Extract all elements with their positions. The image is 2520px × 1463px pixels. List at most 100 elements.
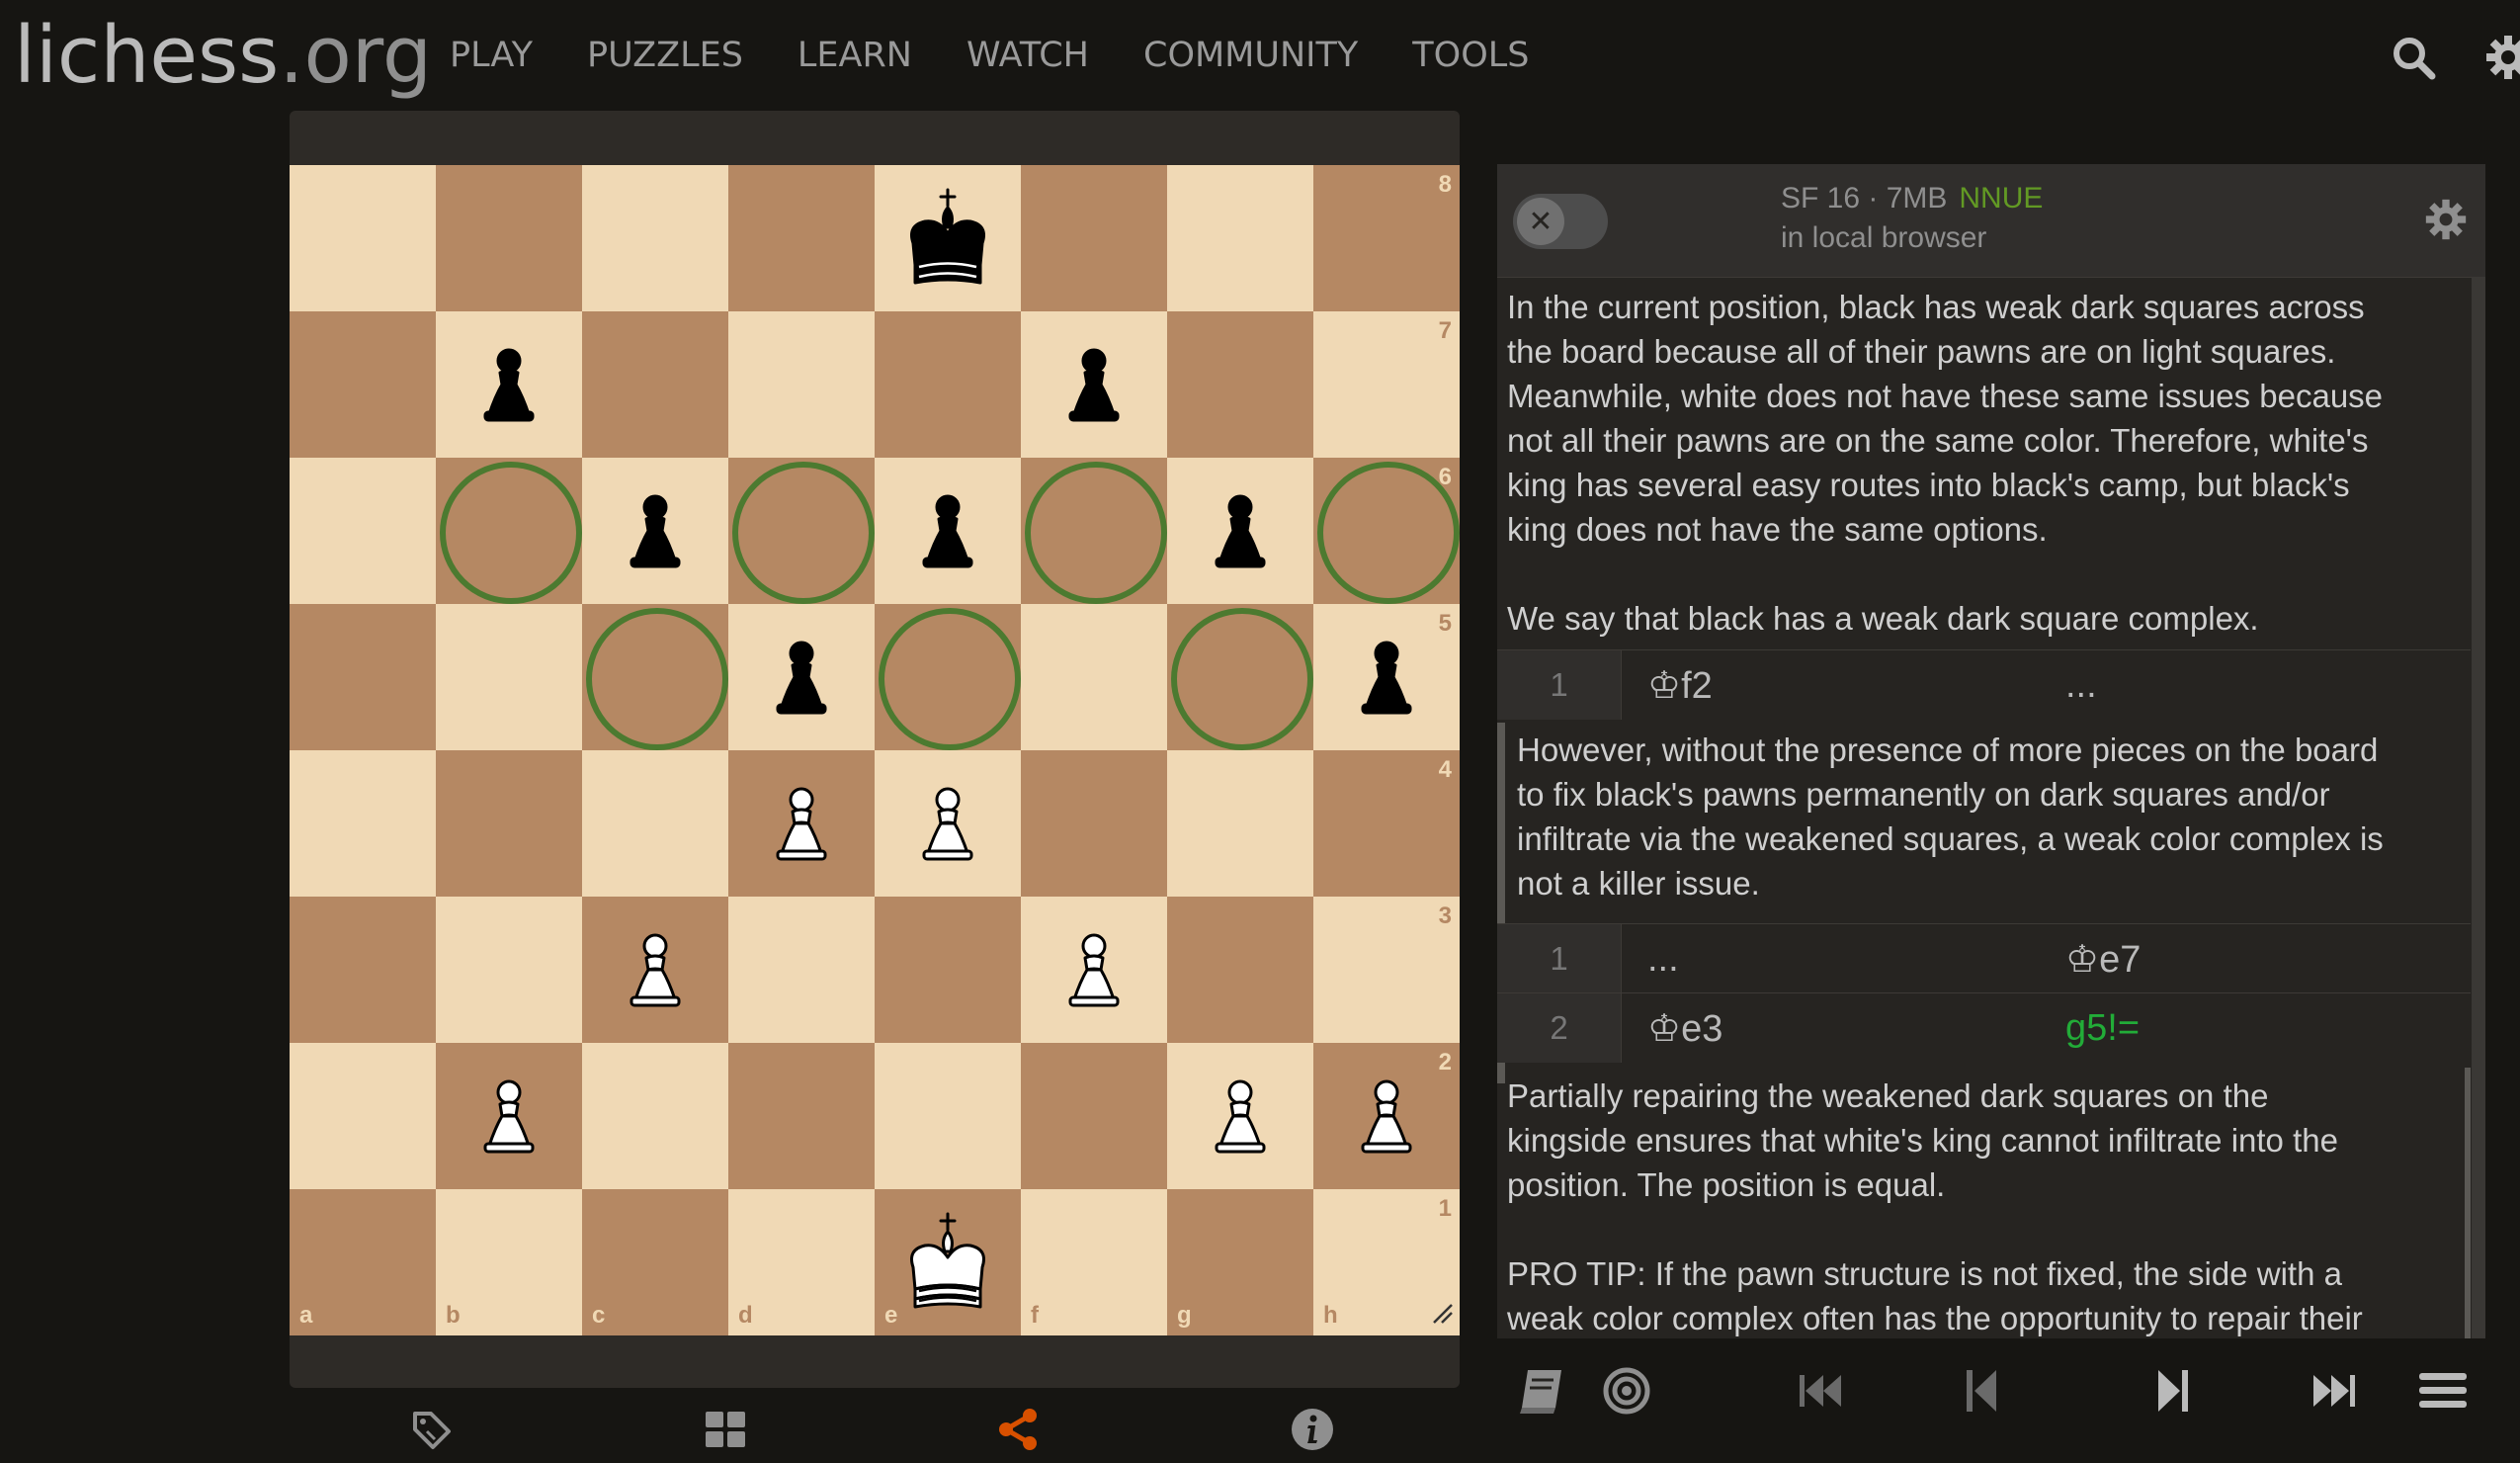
white-pawn-icon[interactable]	[875, 750, 1021, 897]
black-pawn-icon[interactable]	[875, 458, 1021, 604]
info-icon[interactable]	[1285, 1402, 1340, 1457]
white-pawn-icon[interactable]	[1167, 1043, 1313, 1189]
square-c5[interactable]	[582, 604, 728, 750]
square-b7[interactable]	[436, 311, 582, 458]
square-d3[interactable]	[728, 897, 875, 1043]
square-c1[interactable]: c	[582, 1189, 728, 1335]
nav-tools[interactable]: TOOLS	[1412, 30, 1529, 81]
square-d2[interactable]	[728, 1043, 875, 1189]
white-pawn-icon[interactable]	[1021, 897, 1167, 1043]
scrollbar-track[interactable]	[2472, 277, 2485, 1338]
square-g2[interactable]	[1167, 1043, 1313, 1189]
square-h2[interactable]: 2	[1313, 1043, 1460, 1189]
square-a7[interactable]	[290, 311, 436, 458]
square-c6[interactable]	[582, 458, 728, 604]
square-f2[interactable]	[1021, 1043, 1167, 1189]
square-e2[interactable]	[875, 1043, 1021, 1189]
square-b3[interactable]	[436, 897, 582, 1043]
square-h7[interactable]: 7	[1313, 311, 1460, 458]
square-f7[interactable]	[1021, 311, 1167, 458]
move-white[interactable]: ♔e3	[1647, 993, 1722, 1063]
square-a8[interactable]	[290, 165, 436, 311]
black-pawn-icon[interactable]	[582, 458, 728, 604]
square-a1[interactable]: a	[290, 1189, 436, 1335]
next-move-icon[interactable]	[2142, 1361, 2206, 1420]
square-h8[interactable]: 8	[1313, 165, 1460, 311]
black-pawn-icon[interactable]	[728, 604, 875, 750]
square-g6[interactable]	[1167, 458, 1313, 604]
square-e7[interactable]	[875, 311, 1021, 458]
black-king-icon[interactable]	[875, 165, 1021, 311]
book-icon[interactable]	[1510, 1361, 1573, 1420]
share-icon[interactable]	[991, 1402, 1047, 1457]
square-d4[interactable]	[728, 750, 875, 897]
move-black[interactable]: ♔e7	[2065, 924, 2141, 993]
nav-learn[interactable]: LEARN	[798, 30, 912, 81]
square-e4[interactable]	[875, 750, 1021, 897]
square-g4[interactable]	[1167, 750, 1313, 897]
nav-watch[interactable]: WATCH	[966, 30, 1089, 81]
square-e8[interactable]	[875, 165, 1021, 311]
nav-play[interactable]: PLAY	[450, 30, 533, 81]
square-b1[interactable]: b	[436, 1189, 582, 1335]
square-f3[interactable]	[1021, 897, 1167, 1043]
black-pawn-icon[interactable]	[436, 311, 582, 458]
square-h6[interactable]: 6	[1313, 458, 1460, 604]
white-pawn-icon[interactable]	[582, 897, 728, 1043]
square-a3[interactable]	[290, 897, 436, 1043]
square-a4[interactable]	[290, 750, 436, 897]
square-f8[interactable]	[1021, 165, 1167, 311]
black-pawn-icon[interactable]	[1313, 604, 1460, 750]
move-black[interactable]: ...	[2065, 650, 2097, 720]
square-d1[interactable]: d	[728, 1189, 875, 1335]
square-e1[interactable]: e	[875, 1189, 1021, 1335]
search-icon[interactable]	[2386, 30, 2441, 85]
square-f5[interactable]	[1021, 604, 1167, 750]
square-c7[interactable]	[582, 311, 728, 458]
square-f4[interactable]	[1021, 750, 1167, 897]
engine-settings-gear-icon[interactable]	[2424, 198, 2468, 246]
black-pawn-icon[interactable]	[1021, 311, 1167, 458]
move-black-good[interactable]: g5!=	[2065, 993, 2140, 1063]
square-a5[interactable]	[290, 604, 436, 750]
square-h3[interactable]: 3	[1313, 897, 1460, 1043]
nav-puzzles[interactable]: PUZZLES	[587, 30, 743, 81]
square-a2[interactable]	[290, 1043, 436, 1189]
white-king-icon[interactable]	[875, 1189, 1021, 1335]
engine-toggle[interactable]: ✕	[1513, 194, 1608, 249]
white-pawn-icon[interactable]	[1313, 1043, 1460, 1189]
square-b5[interactable]	[436, 604, 582, 750]
board-resize-icon[interactable]	[1430, 1301, 1454, 1330]
black-pawn-icon[interactable]	[1167, 458, 1313, 604]
square-f6[interactable]	[1021, 458, 1167, 604]
square-e6[interactable]	[875, 458, 1021, 604]
square-g3[interactable]	[1167, 897, 1313, 1043]
tag-icon[interactable]	[403, 1402, 459, 1457]
target-icon[interactable]	[1595, 1361, 1658, 1420]
square-f1[interactable]: f	[1021, 1189, 1167, 1335]
square-g8[interactable]	[1167, 165, 1313, 311]
square-b4[interactable]	[436, 750, 582, 897]
move-white[interactable]: ♔f2	[1647, 650, 1713, 720]
square-g1[interactable]: g	[1167, 1189, 1313, 1335]
nav-community[interactable]: COMMUNITY	[1143, 30, 1358, 81]
square-b2[interactable]	[436, 1043, 582, 1189]
grid-icon[interactable]	[698, 1402, 753, 1457]
square-a6[interactable]	[290, 458, 436, 604]
menu-icon[interactable]	[2411, 1361, 2475, 1420]
first-move-icon[interactable]	[1789, 1361, 1852, 1420]
white-pawn-icon[interactable]	[436, 1043, 582, 1189]
square-d5[interactable]	[728, 604, 875, 750]
square-h5[interactable]: 5	[1313, 604, 1460, 750]
site-logo[interactable]: lichess.org	[14, 6, 432, 105]
square-h4[interactable]: 4	[1313, 750, 1460, 897]
square-d7[interactable]	[728, 311, 875, 458]
prev-move-icon[interactable]	[1949, 1361, 2012, 1420]
square-g7[interactable]	[1167, 311, 1313, 458]
settings-gear-icon[interactable]	[2480, 30, 2520, 85]
square-g5[interactable]	[1167, 604, 1313, 750]
square-h1[interactable]: 1h	[1313, 1189, 1460, 1335]
square-c4[interactable]	[582, 750, 728, 897]
square-b8[interactable]	[436, 165, 582, 311]
square-b6[interactable]	[436, 458, 582, 604]
